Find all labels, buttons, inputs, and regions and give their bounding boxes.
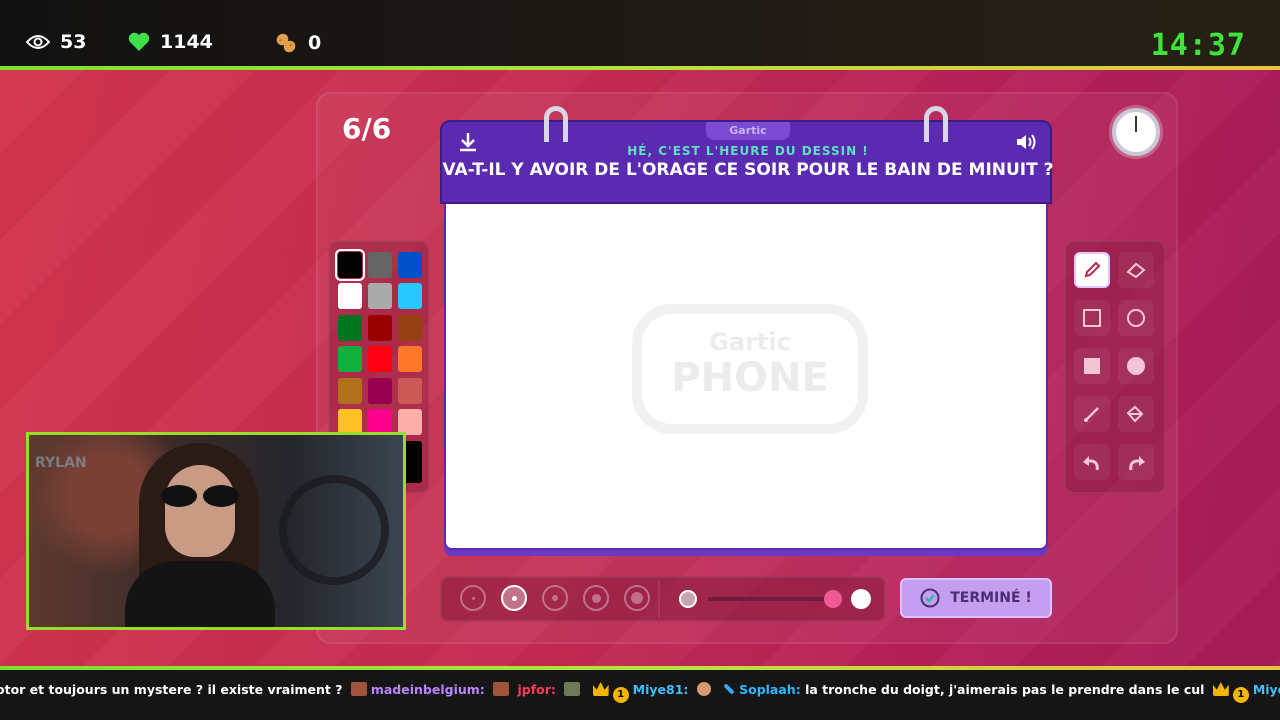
- stream-clock: 14:37: [1150, 28, 1246, 63]
- chat-username: Miye81:: [1252, 682, 1280, 697]
- drawing-prompt: VA-T-IL Y AVOIR DE L'ORAGE CE SOIR POUR …: [442, 160, 1054, 180]
- undo-icon: [1083, 456, 1099, 471]
- sunglasses: [157, 485, 243, 507]
- peanut-icon: [276, 33, 296, 53]
- redo-tool[interactable]: [1118, 444, 1154, 480]
- gartic-phone-watermark: Gartic PHONE: [632, 304, 868, 434]
- notebook-header: Gartic HÉ, C'EST L'HEURE DU DESSIN ! VA-…: [440, 120, 1054, 204]
- opacity-slider[interactable]: [708, 597, 836, 601]
- pen-tool[interactable]: [1074, 252, 1110, 288]
- done-button-label: TERMINÉ !: [950, 590, 1032, 606]
- chat-ticker: otor et toujours un mystere ? il existe …: [0, 670, 1280, 720]
- sub-badge-icon: 1: [612, 687, 629, 703]
- line-tool[interactable]: [1074, 396, 1110, 432]
- redo-icon: [1129, 456, 1145, 471]
- chat-username: madeinbelgium:: [370, 682, 485, 697]
- crown-badge-icon: [592, 682, 609, 696]
- brush-size-5[interactable]: [624, 585, 650, 611]
- points-count-value: 0: [308, 32, 322, 54]
- color-swatch-gray[interactable]: [368, 252, 392, 278]
- rect-outline-tool[interactable]: [1074, 300, 1110, 336]
- circle-fill-tool[interactable]: [1118, 348, 1154, 384]
- circle-outline-tool[interactable]: [1118, 300, 1154, 336]
- notebook-ring-right: [924, 106, 948, 142]
- color-swatch-orange[interactable]: [398, 346, 422, 372]
- timer-icon: [1112, 108, 1160, 156]
- brush-size-2[interactable]: [501, 585, 527, 611]
- color-swatch-green[interactable]: [338, 346, 362, 372]
- brush-size-4[interactable]: [583, 585, 609, 611]
- opacity-min-icon: [679, 590, 697, 608]
- brush-size-group: [446, 580, 660, 618]
- drawing-notebook: Gartic HÉ, C'EST L'HEURE DU DESSIN ! VA-…: [440, 106, 1054, 560]
- eraser-icon: [1126, 262, 1146, 279]
- pen-icon: [1084, 261, 1101, 278]
- color-swatch-ochre[interactable]: [338, 378, 362, 404]
- follower-count: 1144: [128, 31, 213, 53]
- line-icon: [1084, 407, 1099, 422]
- drawing-subtitle: HÉ, C'EST L'HEURE DU DESSIN !: [627, 144, 869, 158]
- webcam-overlay: RYLAN: [26, 432, 406, 630]
- chat-message-text: la tronche du doigt, j'aimerais pas le p…: [805, 682, 1205, 697]
- eraser-tool[interactable]: [1118, 252, 1154, 288]
- color-swatch-plum[interactable]: [368, 378, 392, 404]
- color-swatch-black[interactable]: [335, 249, 365, 281]
- circle-outline-icon: [1127, 309, 1145, 327]
- sound-icon[interactable]: [1014, 130, 1038, 154]
- sub-badge-icon: 1: [1232, 687, 1249, 703]
- color-swatch-blue[interactable]: [398, 252, 422, 278]
- bicycle-wheel: [279, 475, 389, 585]
- check-badge-icon: [920, 588, 940, 608]
- brush-size-3[interactable]: [542, 585, 568, 611]
- rect-fill-icon: [1084, 358, 1100, 374]
- drawing-toolbox: [1064, 240, 1166, 494]
- brush-settings-bar: [440, 576, 886, 622]
- color-swatch-white[interactable]: [338, 283, 362, 309]
- round-counter: 6/6: [342, 112, 392, 145]
- circle-fill-icon: [1127, 357, 1145, 375]
- chat-username: jpfor:: [517, 682, 556, 697]
- bucket-tool[interactable]: [1118, 396, 1154, 432]
- chat-message-text: otor et toujours un mystere ? il existe …: [0, 682, 343, 697]
- opacity-slider-knob[interactable]: [824, 590, 842, 608]
- chat-username: Miye81:: [632, 682, 689, 697]
- color-swatch-light-gray[interactable]: [368, 283, 392, 309]
- watermark-bottom-text: PHONE: [671, 355, 829, 401]
- brick-badge-icon: [350, 682, 367, 696]
- streamer-body: [125, 561, 275, 627]
- drawing-canvas[interactable]: Gartic PHONE: [444, 204, 1048, 550]
- bucket-icon: [1126, 405, 1144, 423]
- color-swatch-red[interactable]: [368, 346, 392, 372]
- crown-badge-icon: [1212, 682, 1229, 696]
- color-swatch-cyan[interactable]: [398, 283, 422, 309]
- brush-size-1[interactable]: [460, 585, 486, 611]
- rect-outline-icon: [1083, 309, 1101, 327]
- brick-badge-icon: [493, 682, 510, 696]
- follower-count-value: 1144: [160, 31, 213, 53]
- wall-sign: RYLAN: [35, 455, 87, 471]
- emote-icon: [696, 682, 711, 696]
- streamer-face: [165, 465, 235, 557]
- watermark-top-text: Gartic: [709, 328, 791, 356]
- eye-icon: [26, 35, 50, 49]
- opacity-max-icon: [851, 589, 871, 609]
- viewer-count: 53: [26, 31, 86, 53]
- sword-badge-icon: [723, 683, 735, 695]
- undo-tool[interactable]: [1074, 444, 1110, 480]
- emote-icon: [564, 682, 581, 696]
- points-count: 0: [274, 31, 321, 55]
- rect-fill-tool[interactable]: [1074, 348, 1110, 384]
- color-swatch-rose[interactable]: [398, 378, 422, 404]
- done-button[interactable]: TERMINÉ !: [900, 578, 1052, 618]
- gartic-brand-tab: Gartic: [706, 122, 790, 140]
- color-swatch-brown[interactable]: [398, 315, 422, 341]
- color-swatch-dark-green[interactable]: [338, 315, 362, 341]
- heart-icon: [128, 32, 150, 51]
- notebook-ring-left: [544, 106, 568, 142]
- stream-topbar: 53 1144 0 14:37: [0, 0, 1280, 68]
- viewer-count-value: 53: [60, 31, 87, 53]
- color-swatch-dark-red[interactable]: [368, 315, 392, 341]
- chat-username: Soplaah:: [739, 682, 801, 697]
